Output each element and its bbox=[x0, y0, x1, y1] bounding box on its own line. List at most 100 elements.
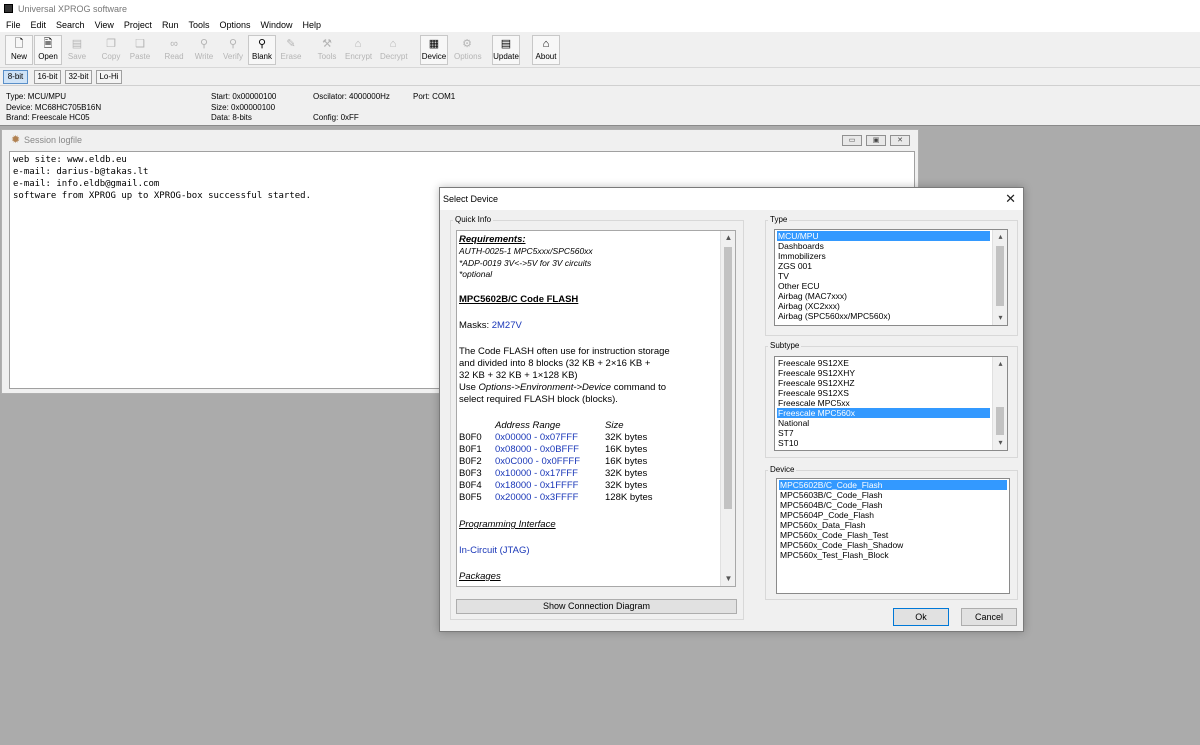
scroll-up-icon[interactable]: ▴ bbox=[993, 230, 1007, 244]
scroll-thumb[interactable] bbox=[996, 407, 1004, 435]
show-connection-diagram-button[interactable]: Show Connection Diagram bbox=[456, 599, 737, 614]
type-item[interactable]: Airbag (XC2xxx) bbox=[777, 301, 990, 311]
type-listbox[interactable]: Airbag (SPC560xx/MPC560x) Airbag (XC2xxx)… bbox=[774, 229, 1008, 326]
save-button[interactable]: ▤ Save bbox=[63, 35, 91, 65]
scroll-thumb[interactable] bbox=[996, 246, 1004, 306]
erase-button[interactable]: ✎ Erase bbox=[277, 35, 305, 65]
menu-help[interactable]: Help bbox=[303, 20, 322, 30]
subtype-label: Subtype bbox=[768, 341, 802, 350]
menu-search[interactable]: Search bbox=[56, 20, 85, 30]
subtype-item[interactable]: ST7 bbox=[777, 428, 990, 438]
toolbar-label: Verify bbox=[222, 52, 243, 61]
scroll-up-icon[interactable]: ▴ bbox=[993, 357, 1007, 371]
qi-desc-tail: command to bbox=[611, 382, 667, 393]
subtype-item[interactable]: Freescale 9S12XHZ bbox=[777, 378, 990, 388]
quick-info-scrollbar[interactable]: ▲ ▼ bbox=[720, 231, 735, 586]
info-brand: Brand: Freescale HC05 bbox=[6, 113, 90, 122]
toolbar-label: Tools bbox=[317, 52, 337, 61]
device-button[interactable]: ▦ Device bbox=[420, 35, 448, 65]
open-button[interactable]: 🗎 Open bbox=[34, 35, 62, 65]
menu-project[interactable]: Project bbox=[124, 20, 152, 30]
tools-button[interactable]: ⚒ Tools bbox=[313, 35, 341, 65]
quick-info-panel[interactable]: Requirements: AUTH-0025-1 MPC5xxx/SPC560… bbox=[456, 230, 736, 587]
update-button[interactable]: ▤ Update bbox=[492, 35, 520, 65]
subtype-item[interactable]: Freescale 9S12XE bbox=[777, 358, 990, 368]
close-button[interactable]: ✕ bbox=[890, 135, 910, 146]
subtype-item[interactable]: Freescale MPC5xx bbox=[777, 398, 990, 408]
menu-window[interactable]: Window bbox=[261, 20, 293, 30]
subtype-item[interactable]: National bbox=[777, 418, 990, 428]
type-item[interactable]: Dashboards bbox=[777, 241, 990, 251]
paste-button[interactable]: ❑ Paste bbox=[126, 35, 154, 65]
mode-32bit-button[interactable]: 32-bit bbox=[65, 70, 92, 84]
subtype-item[interactable]: Freescale 9S12XHY bbox=[777, 368, 990, 378]
qi-block-range: 0x0C000 - 0x0FFFF bbox=[495, 456, 580, 467]
qi-req1: AUTH-0025-1 MPC5xxx/SPC560xx bbox=[459, 246, 593, 256]
toolbar-label: Device bbox=[421, 52, 447, 61]
device-item[interactable]: MPC560x_Test_Flash_Block bbox=[779, 550, 1007, 560]
device-item[interactable]: MPC5604B/C_Code_Flash bbox=[779, 500, 1007, 510]
cancel-button[interactable]: Cancel bbox=[961, 608, 1017, 626]
menu-options[interactable]: Options bbox=[219, 20, 250, 30]
encrypt-button[interactable]: ⌂ Encrypt bbox=[344, 35, 372, 65]
subtype-item[interactable]: ST10 bbox=[777, 438, 990, 448]
type-item[interactable]: Airbag (SPC560xx/MPC560x) bbox=[777, 311, 990, 321]
minimize-button[interactable]: ▭ bbox=[842, 135, 862, 146]
type-item[interactable]: Airbag (MAC7xxx) bbox=[777, 291, 990, 301]
toolbar-label: Erase bbox=[280, 52, 302, 61]
subtype-listbox[interactable]: ST10 ST7 National Freescale MPC560x Freescal… bbox=[774, 356, 1008, 451]
subtype-scrollbar[interactable]: ▴ ▾ bbox=[992, 357, 1007, 450]
info-type: Type: MCU/MPU bbox=[6, 92, 67, 101]
blank-button[interactable]: ⚲ Blank bbox=[248, 35, 276, 65]
qi-desc-line: select required FLASH block (blocks). bbox=[459, 394, 618, 405]
type-item[interactable]: Other ECU bbox=[777, 281, 990, 291]
toolbar-label: Copy bbox=[101, 52, 121, 61]
verify-button[interactable]: ⚲ Verify bbox=[219, 35, 247, 65]
scroll-down-icon[interactable]: ▾ bbox=[993, 436, 1007, 450]
read-button[interactable]: ∞ Read bbox=[160, 35, 188, 65]
scroll-down-icon[interactable]: ▾ bbox=[993, 311, 1007, 325]
device-listbox[interactable]: MPC560x_Test_Flash_Block MPC560x_Code_Fla… bbox=[776, 478, 1010, 594]
options-button[interactable]: ⚙ Options bbox=[453, 35, 482, 65]
subtype-item[interactable]: Freescale 9S12XS bbox=[777, 388, 990, 398]
menu-edit[interactable]: Edit bbox=[31, 20, 47, 30]
write-button[interactable]: ⚲ Write bbox=[190, 35, 218, 65]
menu-bar: File Edit Search View Project Run Tools Options… bbox=[0, 17, 1200, 32]
type-item[interactable]: Immobilizers bbox=[777, 251, 990, 261]
type-item[interactable]: TV bbox=[777, 271, 990, 281]
menu-tools[interactable]: Tools bbox=[188, 20, 209, 30]
scroll-up-icon[interactable]: ▲ bbox=[721, 231, 735, 245]
device-item[interactable]: MPC560x_Data_Flash bbox=[779, 520, 1007, 530]
device-item[interactable]: MPC5602B/C_Code_Flash bbox=[779, 480, 1007, 490]
new-button[interactable]: 🗋 New bbox=[5, 35, 33, 65]
decrypt-button[interactable]: ⌂ Decrypt bbox=[379, 35, 408, 65]
menu-run[interactable]: Run bbox=[162, 20, 179, 30]
menu-file[interactable]: File bbox=[6, 20, 21, 30]
close-icon[interactable]: ✕ bbox=[1005, 191, 1016, 207]
toolbar-label: Save bbox=[67, 52, 87, 61]
device-item[interactable]: MPC5603B/C_Code_Flash bbox=[779, 490, 1007, 500]
scroll-thumb[interactable] bbox=[724, 247, 732, 509]
dialog-title-bar: Select Device ✕ bbox=[440, 188, 1023, 210]
restore-button[interactable]: ▣ bbox=[866, 135, 886, 146]
copy-button[interactable]: ❐ Copy bbox=[97, 35, 125, 65]
device-item[interactable]: MPC560x_Code_Flash_Test bbox=[779, 530, 1007, 540]
device-item[interactable]: MPC5604P_Code_Flash bbox=[779, 510, 1007, 520]
scroll-down-icon[interactable]: ▼ bbox=[721, 572, 735, 586]
app-icon bbox=[4, 4, 13, 13]
mode-8bit-button[interactable]: 8-bit bbox=[3, 70, 28, 84]
open-file-icon: 🗎 bbox=[43, 38, 53, 50]
subtype-item[interactable]: Freescale MPC560x bbox=[777, 408, 990, 418]
ok-button[interactable]: Ok bbox=[893, 608, 949, 626]
qi-desc-line: 32 KB + 32 KB + 1×128 KB) bbox=[459, 370, 578, 381]
type-item[interactable]: ZGS 001 bbox=[777, 261, 990, 271]
device-item[interactable]: MPC560x_Code_Flash_Shadow bbox=[779, 540, 1007, 550]
mode-16bit-button[interactable]: 16-bit bbox=[34, 70, 61, 84]
update-icon: ▤ bbox=[500, 38, 512, 50]
app-title: Universal XPROG software bbox=[18, 3, 128, 14]
about-button[interactable]: ⌂ About bbox=[532, 35, 560, 65]
menu-view[interactable]: View bbox=[95, 20, 114, 30]
type-scrollbar[interactable]: ▴ ▾ bbox=[992, 230, 1007, 325]
type-item[interactable]: MCU/MPU bbox=[777, 231, 990, 241]
mode-lohi-button[interactable]: Lo-Hi bbox=[96, 70, 122, 84]
